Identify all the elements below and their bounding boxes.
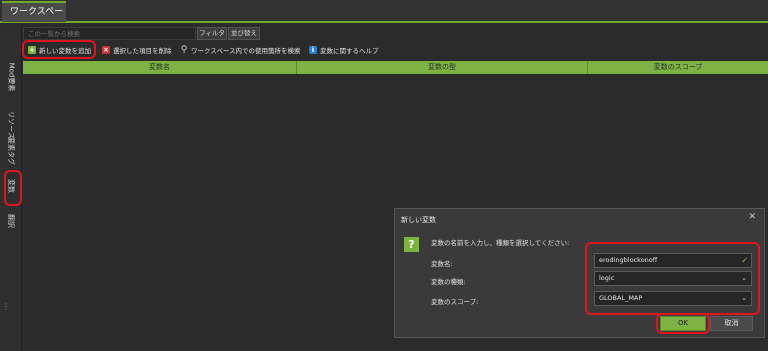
find-usage-label: ワークスペース内での使用箇所を検索: [191, 46, 301, 55]
find-usage-button[interactable]: ⚲ ワークスペース内での使用箇所を検索: [180, 43, 301, 56]
variable-help-label: 変数に関するヘルプ: [320, 46, 379, 55]
rail-item-element-tags[interactable]: 要素タグ: [3, 133, 19, 169]
cancel-button[interactable]: 取消: [710, 316, 753, 331]
table-header: 変数名 変数の型 変数のスコープ: [23, 61, 768, 74]
filter-button[interactable]: フィルタ: [197, 27, 227, 40]
info-icon: i: [309, 45, 317, 54]
dialog-title: 新しい変数: [401, 216, 436, 224]
tab-workspace[interactable]: ワークスペース: [2, 1, 66, 35]
rail-item-label: Mod要素: [7, 62, 16, 92]
delete-selected-button[interactable]: × 選択した項目を削除: [102, 43, 172, 56]
toolbar: + 新しい変数を追加 × 選択した項目を削除 ⚲ ワークスペース内での使用箇所を…: [23, 43, 768, 57]
column-header-scope[interactable]: 変数のスコープ: [588, 61, 768, 74]
variable-help-button[interactable]: i 変数に関するヘルプ: [309, 43, 379, 56]
highlight-ok-button: [656, 313, 710, 334]
rail-item-label: 翻訳: [7, 214, 15, 228]
grip-icon[interactable]: ⋮: [2, 303, 10, 311]
sort-button[interactable]: 並び替え: [228, 27, 260, 40]
dialog-message: 変数の名前を入力し、種類を選択してください:: [431, 239, 570, 247]
search-row: フィルタ 並び替え: [23, 27, 768, 40]
tab-strip: ワークスペース: [0, 0, 768, 35]
search-input[interactable]: [23, 27, 196, 40]
variable-type-label: 変数の種類:: [431, 278, 466, 286]
question-icon: ?: [404, 237, 419, 252]
delete-icon: ×: [102, 45, 110, 54]
rail-item-mod-elements[interactable]: Mod要素: [3, 57, 19, 97]
highlight-fields: [585, 242, 760, 315]
column-header-type[interactable]: 変数の型: [297, 61, 588, 74]
highlight-variables-tab: [4, 170, 22, 206]
rail-item-label: 要素タグ: [7, 137, 15, 165]
rail-item-translation[interactable]: 翻訳: [3, 208, 19, 234]
close-icon[interactable]: ✕: [748, 212, 756, 222]
search-icon: ⚲: [180, 44, 188, 55]
highlight-add-button: [22, 40, 96, 59]
variable-name-label: 変数名:: [431, 260, 453, 268]
app-window: ワークスペース Mod要素 リソース 要素タグ 変数 翻訳 ⋮ フィルタ 並び替…: [0, 0, 768, 351]
column-header-name[interactable]: 変数名: [23, 61, 297, 74]
delete-selected-label: 選択した項目を削除: [113, 46, 172, 55]
variable-scope-label: 変数のスコープ:: [431, 298, 479, 306]
